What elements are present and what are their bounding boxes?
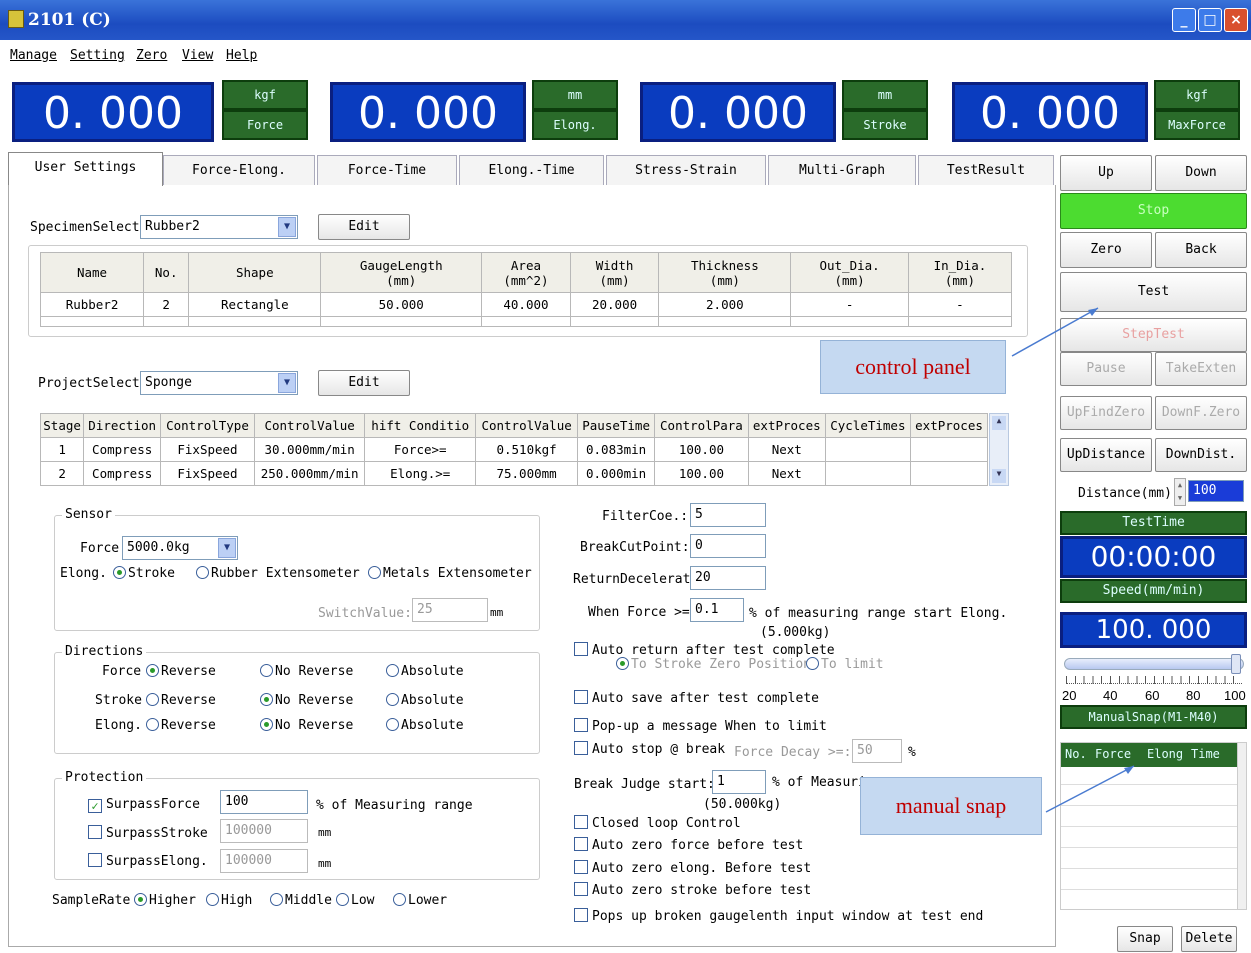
arrow-line (1011, 307, 1099, 357)
arrow-head (1088, 308, 1098, 316)
annotation-arrows (1011, 307, 1135, 813)
arrow-head (1124, 766, 1134, 774)
arrow-line (1045, 765, 1135, 813)
